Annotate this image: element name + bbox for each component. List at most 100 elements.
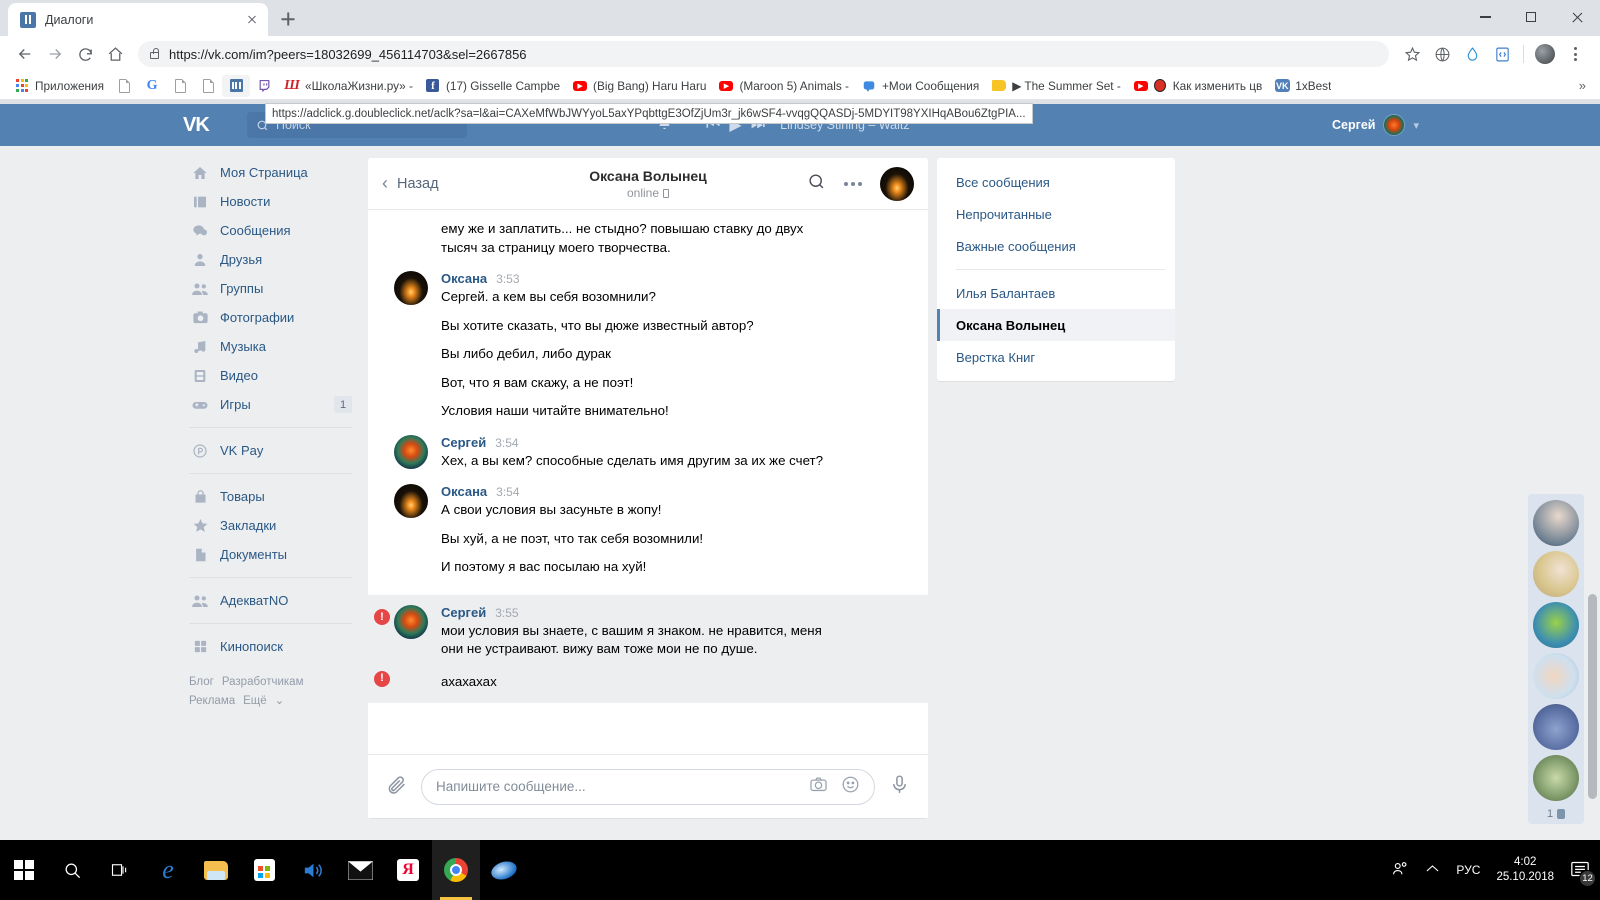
message-row[interactable]: ! ахахахах <box>368 662 928 703</box>
footer-link-blog[interactable]: Блог <box>189 676 214 688</box>
bookmark-item[interactable]: G <box>138 75 166 97</box>
message-row[interactable]: Сергей 3:54 Хех, а вы кем? способные сде… <box>368 425 928 475</box>
camera-icon[interactable] <box>809 775 828 799</box>
avatar[interactable] <box>394 434 428 469</box>
sidebar-item-groups[interactable]: Группы <box>183 274 360 303</box>
bookmark-item[interactable]: f (17) Gisselle Campbe <box>419 75 566 97</box>
tab-close-icon[interactable] <box>244 12 260 28</box>
search-button[interactable] <box>48 840 96 900</box>
edge-button[interactable]: e <box>144 840 192 900</box>
sidebar-item-vkpay[interactable]: VK Pay <box>183 436 360 465</box>
friend-avatar[interactable] <box>1533 551 1579 597</box>
address-bar[interactable]: https://vk.com/im?peers=18032699_4561147… <box>138 41 1389 67</box>
back-icon[interactable] <box>10 39 40 69</box>
bookmark-apps[interactable]: Приложения <box>8 75 110 97</box>
paperclip-icon[interactable] <box>386 774 407 800</box>
filter-unread[interactable]: Непрочитанные <box>937 198 1175 230</box>
store-button[interactable] <box>240 840 288 900</box>
vk-logo-icon[interactable]: VK <box>175 114 221 137</box>
microphone-icon[interactable] <box>889 774 910 800</box>
home-icon[interactable] <box>100 39 130 69</box>
code-icon[interactable] <box>1487 39 1517 69</box>
mail-button[interactable] <box>336 840 384 900</box>
chevron-up-icon[interactable] <box>1425 863 1440 877</box>
conversation-oksana-volynets[interactable]: Оксана Волынец <box>937 309 1175 341</box>
sidebar-item-kinopoisk[interactable]: Кинопоиск <box>183 632 360 661</box>
bookmark-item[interactable]: Ш «ШколаЖизни.ру» - <box>278 75 419 97</box>
footer-link-more[interactable]: Ещё <box>243 695 267 707</box>
maximize-button[interactable] <box>1508 0 1554 34</box>
message-author[interactable]: Сергей <box>441 605 486 620</box>
language-indicator[interactable]: РУС <box>1456 863 1480 877</box>
avatar[interactable] <box>394 271 428 305</box>
close-button[interactable] <box>1554 0 1600 34</box>
reload-icon[interactable] <box>70 39 100 69</box>
start-button[interactable] <box>0 840 48 900</box>
avatar[interactable] <box>394 604 428 639</box>
message-author[interactable]: Оксана <box>441 484 487 499</box>
notification-center-button[interactable]: 12 <box>1570 860 1596 887</box>
yandex-button[interactable]: Я <box>384 840 432 900</box>
bookmark-item[interactable]: VK 1xBest <box>1268 75 1337 97</box>
page-scrollbar[interactable] <box>1588 594 1597 799</box>
vk-user-menu[interactable]: Сергей ▾ <box>1332 114 1419 136</box>
clock[interactable]: 4:02 25.10.2018 <box>1496 855 1554 885</box>
message-row[interactable]: Оксана 3:53 Сергей. а кем вы себя возомн… <box>368 257 928 311</box>
bookmark-item[interactable] <box>110 75 138 97</box>
bookmark-item[interactable] <box>194 75 222 97</box>
media-button[interactable] <box>288 840 336 900</box>
message-author[interactable]: Сергей <box>441 435 486 450</box>
search-icon[interactable] <box>807 172 826 196</box>
opera-button[interactable] <box>480 840 528 900</box>
sidebar-item-friends[interactable]: Друзья <box>183 245 360 274</box>
conversation-verstka-knig[interactable]: Верстка Книг <box>937 341 1175 373</box>
friend-avatar[interactable] <box>1533 500 1579 546</box>
sidebar-item-bookmarks[interactable]: Закладки <box>183 511 360 540</box>
sidebar-item-market[interactable]: Товары <box>183 482 360 511</box>
forward-icon[interactable] <box>40 39 70 69</box>
chat-header-avatar[interactable] <box>880 166 914 201</box>
chrome-button[interactable] <box>432 840 480 900</box>
sidebar-item-documents[interactable]: Документы <box>183 540 360 569</box>
explorer-button[interactable] <box>192 840 240 900</box>
footer-link-developers[interactable]: Разработчикам <box>222 676 304 688</box>
bookmark-item[interactable]: ▶ The Summer Set - <box>985 75 1127 97</box>
more-dots-icon[interactable] <box>844 181 862 186</box>
people-icon[interactable] <box>1391 860 1409 881</box>
minimize-button[interactable] <box>1462 0 1508 34</box>
bookmark-item[interactable] <box>222 74 251 97</box>
new-tab-button[interactable] <box>274 5 302 33</box>
sidebar-item-messages[interactable]: Сообщения <box>183 216 360 245</box>
sidebar-item-games[interactable]: Игры 1 <box>183 390 360 419</box>
star-icon[interactable] <box>1397 39 1427 69</box>
task-view-button[interactable] <box>96 840 144 900</box>
friend-avatar[interactable] <box>1533 602 1579 648</box>
bookmark-item[interactable] <box>166 75 194 97</box>
bookmark-item[interactable]: +Мои Сообщения <box>855 75 985 97</box>
sidebar-item-photos[interactable]: Фотографии <box>183 303 360 332</box>
back-button[interactable]: ‹ Назад <box>382 173 439 194</box>
sidebar-item-music[interactable]: Музыка <box>183 332 360 361</box>
browser-tab[interactable]: Диалоги <box>8 3 268 36</box>
bookmark-item[interactable] <box>250 75 278 97</box>
filter-important[interactable]: Важные сообщения <box>937 230 1175 262</box>
messages-list[interactable]: ему же и заплатить... не стыдно? повышаю… <box>368 210 928 754</box>
friend-avatar[interactable] <box>1533 704 1579 750</box>
globe-icon[interactable] <box>1427 39 1457 69</box>
message-author[interactable]: Оксана <box>441 271 487 286</box>
friend-avatar[interactable] <box>1533 653 1579 699</box>
send-error-icon[interactable]: ! <box>374 670 390 687</box>
conversation-ilya-balantaev[interactable]: Илья Балантаев <box>937 277 1175 309</box>
footer-link-ads[interactable]: Реклама <box>189 695 235 707</box>
sidebar-item-video[interactable]: Видео <box>183 361 360 390</box>
message-input[interactable]: Напишите сообщение... <box>421 768 875 805</box>
message-row[interactable]: Оксана 3:54 А свои условия вы засуньте в… <box>368 474 928 524</box>
bookmark-item[interactable]: ▶ Как изменить цв <box>1127 75 1269 97</box>
sidebar-item-my-page[interactable]: Моя Страница <box>183 158 360 187</box>
profile-avatar[interactable] <box>1530 39 1560 69</box>
sidebar-item-news[interactable]: Новости <box>183 187 360 216</box>
filter-all-messages[interactable]: Все сообщения <box>937 166 1175 198</box>
menu-dots-icon[interactable] <box>1560 39 1590 69</box>
bookmarks-overflow-icon[interactable]: » <box>1573 75 1592 97</box>
bookmark-item[interactable]: ▶ (Maroon 5) Animals - <box>712 75 854 97</box>
